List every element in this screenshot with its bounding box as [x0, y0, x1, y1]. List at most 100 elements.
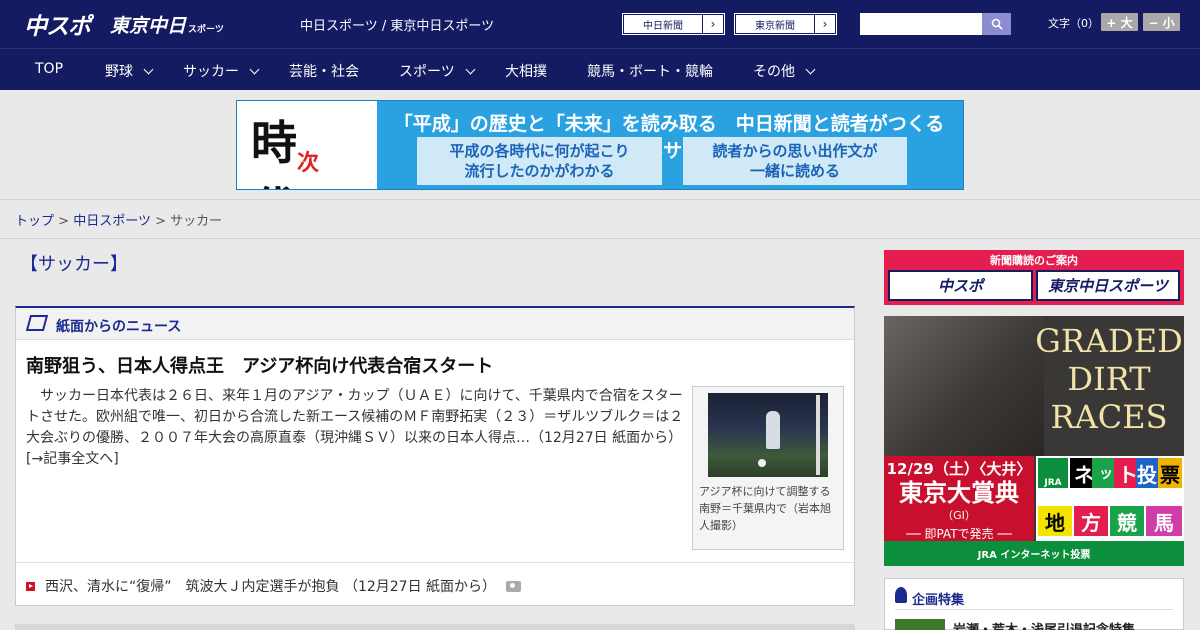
tokyo-shimbun-label: 東京新聞	[735, 14, 815, 34]
main-nav: TOP 野球 サッカー 芸能・社会 スポーツ 大相撲 競馬・ボート・競輪 その他	[0, 48, 1200, 90]
chunichi-shimbun-button[interactable]: 中日新聞 ›	[622, 13, 725, 35]
nav-other[interactable]: その他	[753, 61, 816, 81]
pat-sale-text: ── 即PATで発売 ──	[906, 527, 1012, 541]
tokyo-chunichi-logo[interactable]: 東京中日 スポーツ	[110, 9, 224, 39]
subscription-caption: 新聞購読のご案内	[990, 254, 1078, 267]
nav-baseball[interactable]: 野球	[105, 61, 154, 81]
tokyo-logo-text: 東京中日	[110, 14, 187, 37]
breadcrumb-chunichi-sports[interactable]: 中日スポーツ	[73, 214, 151, 229]
font-smaller-button[interactable]: − 小	[1143, 13, 1180, 31]
article-photo-box[interactable]: アジア杯に向けて調整する南野＝千葉県内で（岩本旭人撮影）	[692, 386, 844, 550]
breadcrumb-separator: >	[155, 214, 166, 229]
subscribe-chuspo-button[interactable]: 中スポ	[888, 270, 1033, 301]
list-item-text: 西沢、清水に“復帰” 筑波大Ｊ内定選手が抱負 （12月27日 紙面から）	[45, 579, 497, 595]
chevron-right-icon: ›	[815, 14, 836, 34]
nav-top-label: TOP	[35, 61, 64, 77]
tokyo-logo-small: スポーツ	[188, 24, 224, 35]
jra-logo: JRA	[1038, 458, 1068, 488]
net-voting-panel: JRA ネ ッ ト 投 票 地 方 競 馬	[1036, 456, 1184, 541]
breadcrumb-divider	[0, 238, 1200, 239]
banner-box-1-line-1: 平成の各時代に何が起こり	[449, 142, 630, 160]
chunichi-shimbun-label: 中日新聞	[623, 14, 703, 34]
nav-sumo-label: 大相撲	[505, 64, 547, 80]
ribbon-icon	[895, 587, 907, 603]
article-title[interactable]: 南野狙う、日本人得点王 アジア杯向け代表合宿スタート	[26, 352, 493, 378]
search-button[interactable]	[982, 13, 1011, 35]
banner-logo-bg: 時代 次	[237, 101, 377, 189]
chevron-down-icon	[465, 64, 476, 74]
top-header: 中スポ 東京中日 スポーツ 中日スポーツ / 東京中日スポーツ 中日新聞 › 東京…	[0, 0, 1200, 48]
breadcrumb: トップ > 中日スポーツ > サッカー	[15, 210, 222, 229]
nav-keiba-label: 競馬・ボート・競輪	[587, 64, 713, 80]
banner-area: 時代 次 「平成」の歴史と「未来」を読み取る 中日新聞と読者がつくるWebサイト…	[0, 90, 1200, 200]
banner-box-1: 平成の各時代に何が起こり 流行したのかがわかる	[417, 137, 662, 185]
news-panel-header: 紙面からのニュース	[16, 308, 854, 340]
jra-footer: JRA インターネット投票	[884, 541, 1184, 566]
breadcrumb-separator: >	[58, 214, 70, 229]
race-date: 12/29（土）〈大井〉	[886, 460, 1032, 478]
tokyo-daishoten-panel: 12/29（土）〈大井〉 東京大賞典 （GI） ── 即PATで発売 ──	[884, 456, 1034, 541]
subscription-ad: 新聞購読のご案内 中スポ 東京中日スポーツ	[884, 250, 1184, 305]
panel-divider	[16, 562, 854, 563]
tile-hou: 方	[1074, 506, 1108, 536]
nav-sports[interactable]: スポーツ	[399, 61, 476, 81]
chevron-down-icon	[143, 64, 154, 74]
nav-top[interactable]: TOP	[35, 61, 63, 77]
newspaper-icon	[25, 315, 49, 331]
chevron-right-icon: ›	[703, 14, 724, 34]
article-body: サッカー日本代表は２６日、来年１月のアジア・カップ（ＵＡＥ）に向けて、千葉県内で…	[26, 388, 690, 467]
news-panel: 紙面からのニュース 南野狙う、日本人得点王 アジア杯向け代表合宿スタート サッカ…	[15, 306, 855, 606]
chuspo-logo[interactable]: 中スポ	[24, 9, 91, 40]
race-grade: （GI）	[942, 509, 976, 522]
next-panel-edge	[15, 624, 855, 630]
chevron-down-icon	[249, 64, 260, 74]
font-larger-button[interactable]: + 大	[1101, 13, 1138, 31]
subscribe-tokyo-button[interactable]: 東京中日スポーツ	[1036, 270, 1180, 301]
tokyo-shimbun-button[interactable]: 東京新聞 ›	[734, 13, 837, 35]
chuspo-logo-text: 中スポ	[24, 14, 91, 40]
tile-ba: 馬	[1146, 506, 1182, 536]
tile-tou: 投	[1136, 458, 1158, 488]
special-features-panel: 企画特集 岩瀬・荒木・浅尾引退記念特集	[884, 578, 1184, 630]
category-title: 【サッカー】	[20, 254, 128, 275]
nav-soccer[interactable]: サッカー	[183, 61, 260, 81]
article-photo	[708, 393, 828, 477]
jidai-banner[interactable]: 時代 次 「平成」の歴史と「未来」を読み取る 中日新聞と読者がつくるWebサイト…	[236, 100, 964, 190]
feature-thumbnail[interactable]	[895, 619, 945, 630]
feature-link[interactable]: 岩瀬・荒木・浅尾引退記念特集	[953, 619, 1135, 630]
search-input[interactable]	[860, 13, 982, 35]
tile-chi: 地	[1038, 506, 1072, 536]
banner-box-2-line-1: 読者からの思い出作文が	[712, 142, 878, 160]
nav-entertainment[interactable]: 芸能・社会	[289, 61, 359, 81]
race-name: 東京大賞典	[899, 478, 1019, 507]
horse-racing-image	[884, 316, 1044, 456]
nav-sumo[interactable]: 大相撲	[505, 61, 547, 81]
camera-icon	[506, 580, 522, 592]
tile-kei: 競	[1110, 506, 1144, 536]
nav-entertainment-label: 芸能・社会	[289, 64, 359, 80]
goal-post	[816, 395, 820, 475]
font-size-label: 文字（0）	[1048, 17, 1099, 30]
special-features-divider	[895, 609, 1173, 610]
search-icon	[991, 18, 1003, 30]
list-item[interactable]: 西沢、清水に“復帰” 筑波大Ｊ内定選手が抱負 （12月27日 紙面から）	[26, 576, 522, 596]
nav-other-label: その他	[753, 64, 795, 80]
ball	[758, 459, 766, 467]
site-links[interactable]: 中日スポーツ / 東京中日スポーツ	[300, 15, 494, 34]
graded-dirt-races-text: GRADED DIRT RACES	[1035, 322, 1183, 436]
banner-box-1-line-2: 流行したのかがわかる	[464, 162, 615, 180]
news-panel-title: 紙面からのニュース	[56, 319, 182, 335]
jra-ad[interactable]: GRADED DIRT RACES 12/29（土）〈大井〉 東京大賞典 （GI…	[884, 316, 1184, 566]
play-bullet-icon	[26, 581, 35, 591]
banner-logo-sub: 次	[297, 150, 320, 176]
breadcrumb-top[interactable]: トップ	[15, 214, 54, 229]
banner-box-2-line-2: 一緒に読める	[749, 162, 840, 180]
nav-soccer-label: サッカー	[183, 64, 239, 80]
photo-caption: アジア杯に向けて調整する南野＝千葉県内で（岩本旭人撮影）	[699, 485, 831, 532]
nav-keiba[interactable]: 競馬・ボート・競輪	[587, 61, 713, 81]
player-figure	[766, 411, 780, 449]
special-features-title: 企画特集	[912, 593, 965, 608]
tile-hyou: 票	[1158, 458, 1182, 488]
breadcrumb-current: サッカー	[170, 214, 223, 229]
nav-baseball-label: 野球	[105, 64, 133, 80]
